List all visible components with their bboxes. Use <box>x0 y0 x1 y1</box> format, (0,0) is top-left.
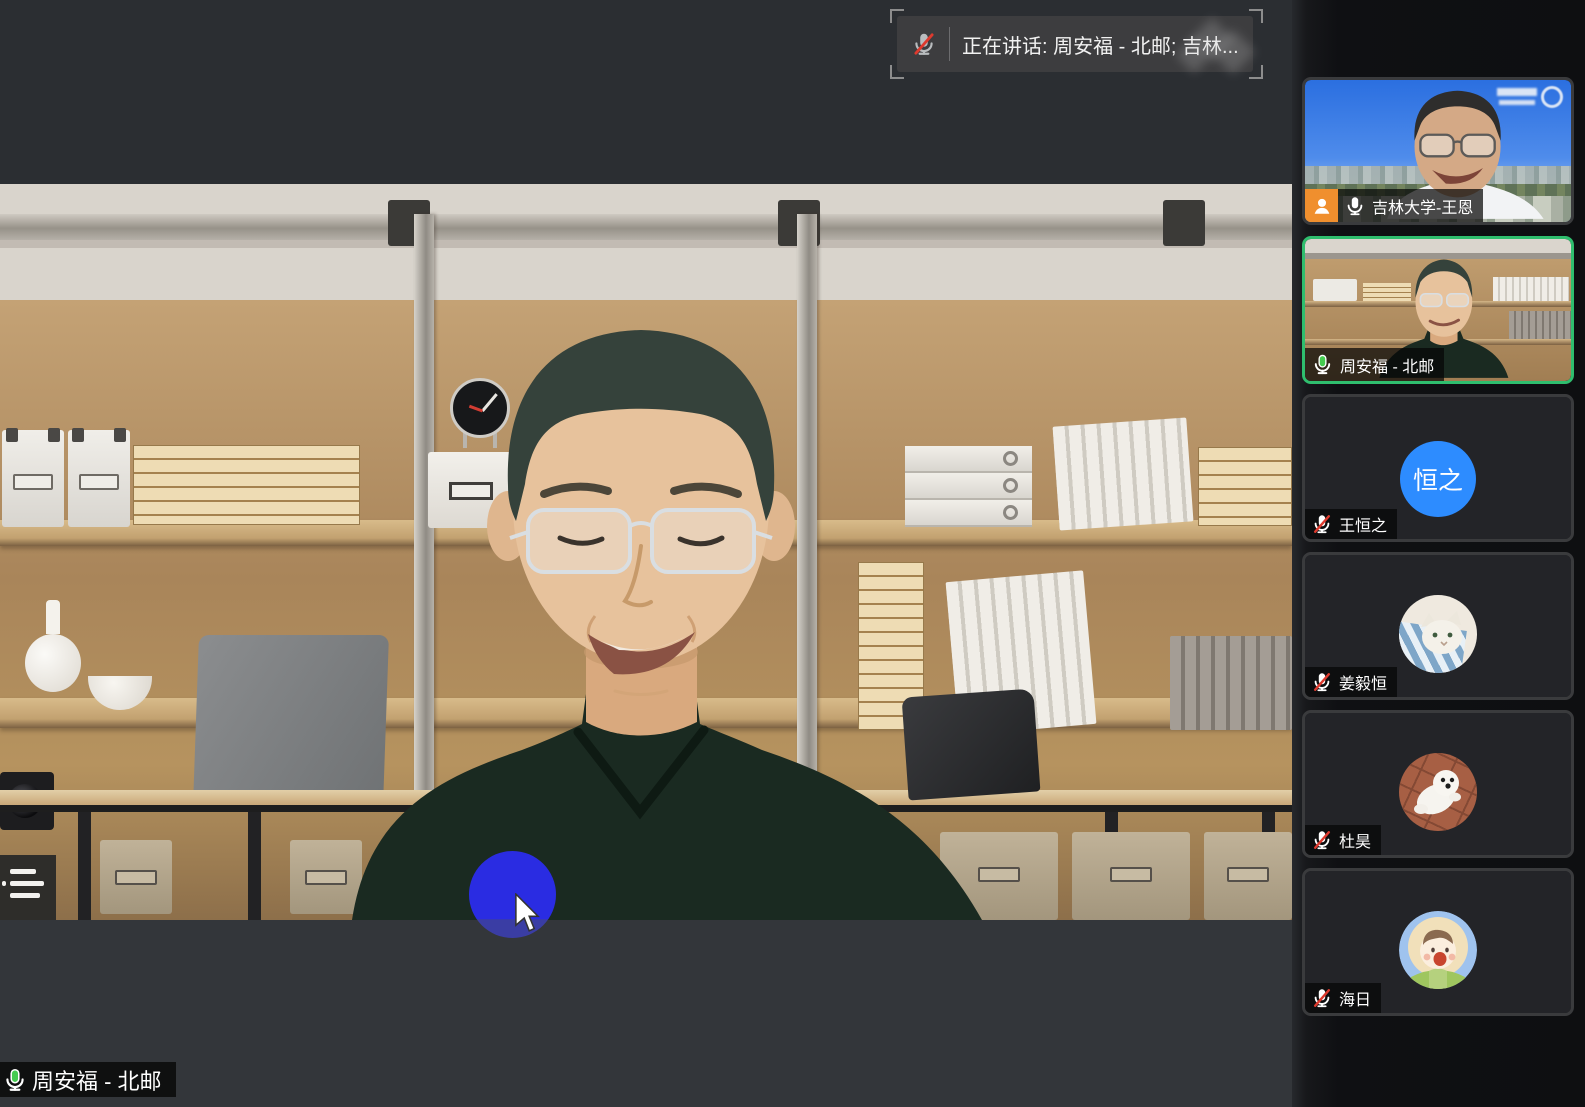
cartoon-boy-avatar <box>1399 911 1477 989</box>
participant-label: 杜昊 <box>1305 825 1381 855</box>
participant-sidebar: 吉林大学-王恩 <box>1292 0 1585 1107</box>
person-icon <box>1311 195 1333 217</box>
participant-label: 姜毅恒 <box>1305 667 1397 697</box>
participant-tile-du-hao[interactable]: 杜昊 <box>1302 710 1574 858</box>
main-stage: 周安福 - 北邮 正在讲话: 周安福 - 北邮; 吉林... <box>0 0 1292 1107</box>
mic-on-icon <box>1344 195 1366 217</box>
participant-tile-wang-hengzhi[interactable]: 恒之 王恒之 <box>1302 394 1574 542</box>
participant-name: 周安福 - 北邮 <box>1340 353 1434 377</box>
dog-photo-avatar <box>1399 753 1477 831</box>
mic-speaking-icon <box>1311 353 1334 376</box>
participant-name: 王恒之 <box>1339 512 1387 536</box>
initials-avatar: 恒之 <box>1400 441 1476 517</box>
main-video-region <box>0 184 1292 920</box>
muted-mic-icon <box>1311 829 1333 851</box>
muted-mic-icon <box>1311 513 1333 535</box>
cartoon-boy-illustration <box>1399 911 1477 989</box>
participant-label: 王恒之 <box>1305 509 1397 539</box>
letterbox-bottom <box>0 920 1292 1107</box>
banner-divider <box>949 27 950 61</box>
banner-bracket <box>1249 9 1263 23</box>
participant-name: 吉林大学-王恩 <box>1372 194 1473 218</box>
banner-bracket <box>890 9 904 23</box>
speaker-person <box>0 184 1292 920</box>
mic-on-icon <box>2 1067 28 1093</box>
banner-bracket <box>1249 65 1263 79</box>
participant-name: 姜毅恒 <box>1339 670 1387 694</box>
participant-tile-jiang-yiheng[interactable]: 姜毅恒 <box>1302 552 1574 700</box>
cat-illustration <box>1399 595 1477 673</box>
participant-label: 吉林大学-王恩 <box>1338 189 1483 222</box>
dog-illustration <box>1399 753 1477 831</box>
main-speaker-name: 周安福 - 北邮 <box>32 1064 162 1096</box>
cat-photo-avatar <box>1399 595 1477 673</box>
muted-mic-icon <box>911 31 937 57</box>
main-speaker-label: 周安福 - 北邮 <box>0 1062 176 1097</box>
participant-label: 海日 <box>1305 983 1381 1013</box>
participant-tile-hai-ri[interactable]: 海日 <box>1302 868 1574 1016</box>
now-speaking-banner: 正在讲话: 周安福 - 北邮; 吉林... <box>897 16 1253 72</box>
muted-mic-icon <box>1311 671 1333 693</box>
host-badge <box>1305 189 1338 222</box>
participant-name: 海日 <box>1339 986 1371 1010</box>
banner-bracket <box>890 65 904 79</box>
avatar-initials: 恒之 <box>1413 461 1463 497</box>
meeting-window: 周安福 - 北邮 正在讲话: 周安福 - 北邮; 吉林... <box>0 0 1585 1107</box>
participant-label: 周安福 - 北邮 <box>1305 348 1444 381</box>
participant-tile-zhou-anfu[interactable]: 周安福 - 北邮 <box>1302 236 1574 384</box>
mouse-cursor-icon <box>512 893 542 933</box>
participant-tile-wang-en[interactable]: 吉林大学-王恩 <box>1302 77 1574 225</box>
participant-name: 杜昊 <box>1339 828 1371 852</box>
muted-mic-icon <box>1311 987 1333 1009</box>
